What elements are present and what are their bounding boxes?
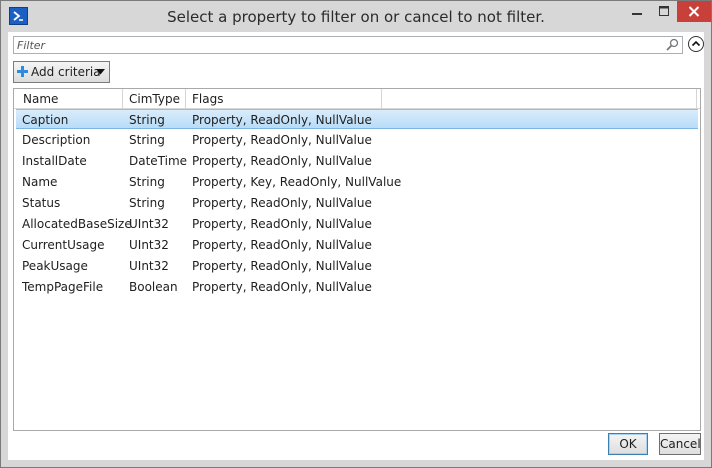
cell-name: PeakUsage: [22, 259, 88, 273]
column-divider[interactable]: [381, 89, 382, 108]
add-criteria-label: Add criteria: [31, 65, 101, 79]
close-icon: [688, 6, 700, 17]
maximize-icon: [659, 6, 669, 16]
minimize-button[interactable]: [623, 1, 651, 22]
plus-icon: [17, 66, 28, 77]
cell-cimtype: String: [129, 175, 165, 189]
dialog-content: Add criteria Name CimType Flags Caption …: [8, 32, 704, 460]
table-header: Name CimType Flags: [14, 89, 700, 109]
cell-name: Name: [22, 175, 58, 189]
property-table: Name CimType Flags Caption String Proper…: [13, 88, 701, 431]
table-row[interactable]: Description String Property, ReadOnly, N…: [16, 130, 698, 150]
column-header-flags[interactable]: Flags: [192, 92, 223, 106]
cell-flags: Property, ReadOnly, NullValue: [192, 154, 372, 168]
window-title: Select a property to filter on or cancel…: [167, 8, 545, 26]
cell-flags: Property, ReadOnly, NullValue: [192, 259, 372, 273]
cell-cimtype: String: [129, 196, 165, 210]
cell-flags: Property, Key, ReadOnly, NullValue: [192, 175, 402, 189]
column-divider: [696, 89, 697, 108]
column-divider[interactable]: [185, 89, 186, 108]
table-row[interactable]: AllocatedBaseSize UInt32 Property, ReadO…: [16, 214, 698, 234]
cell-cimtype: String: [129, 133, 165, 147]
table-row[interactable]: Status String Property, ReadOnly, NullVa…: [16, 193, 698, 213]
table-row[interactable]: PeakUsage UInt32 Property, ReadOnly, Nul…: [16, 256, 698, 276]
cell-cimtype: DateTime: [129, 154, 188, 168]
cell-name: Description: [22, 133, 91, 147]
cell-name: AllocatedBaseSize: [22, 217, 132, 231]
dialog-window: Select a property to filter on or cancel…: [0, 0, 712, 468]
chevron-up-icon: [691, 40, 701, 47]
table-row[interactable]: Caption String Property, ReadOnly, NullV…: [16, 109, 698, 129]
column-header-cimtype[interactable]: CimType: [129, 92, 180, 106]
table-row[interactable]: Name String Property, Key, ReadOnly, Nul…: [16, 172, 698, 192]
cell-flags: Property, ReadOnly, NullValue: [192, 113, 372, 127]
cell-cimtype: UInt32: [129, 259, 169, 273]
ok-button[interactable]: OK: [608, 433, 648, 455]
cell-flags: Property, ReadOnly, NullValue: [192, 133, 372, 147]
maximize-button[interactable]: [651, 1, 677, 22]
filter-input[interactable]: [17, 37, 657, 53]
caret-down-icon: [96, 69, 105, 75]
cell-cimtype: Boolean: [129, 280, 178, 294]
table-row[interactable]: CurrentUsage UInt32 Property, ReadOnly, …: [16, 235, 698, 255]
collapse-button[interactable]: [688, 36, 704, 52]
table-row[interactable]: TempPageFile Boolean Property, ReadOnly,…: [16, 277, 698, 297]
cell-name: TempPageFile: [22, 280, 104, 294]
cell-cimtype: UInt32: [129, 217, 169, 231]
cell-flags: Property, ReadOnly, NullValue: [192, 217, 372, 231]
search-icon[interactable]: [666, 38, 679, 51]
minimize-icon: [632, 13, 642, 15]
cell-flags: Property, ReadOnly, NullValue: [192, 238, 372, 252]
cell-cimtype: UInt32: [129, 238, 169, 252]
filter-box[interactable]: [13, 36, 683, 54]
cell-flags: Property, ReadOnly, NullValue: [192, 196, 372, 210]
close-button[interactable]: [677, 1, 711, 22]
title-bar[interactable]: Select a property to filter on or cancel…: [1, 1, 711, 32]
cell-name: CurrentUsage: [22, 238, 105, 252]
column-divider[interactable]: [122, 89, 123, 108]
cell-flags: Property, ReadOnly, NullValue: [192, 280, 372, 294]
cell-cimtype: String: [129, 113, 165, 127]
cancel-button[interactable]: Cancel: [659, 433, 701, 455]
column-header-name[interactable]: Name: [23, 92, 58, 106]
cell-name: Status: [22, 196, 61, 210]
add-criteria-button[interactable]: Add criteria: [13, 61, 110, 83]
table-row[interactable]: InstallDate DateTime Property, ReadOnly,…: [16, 151, 698, 171]
cell-name: Caption: [22, 113, 69, 127]
cell-name: InstallDate: [22, 154, 87, 168]
